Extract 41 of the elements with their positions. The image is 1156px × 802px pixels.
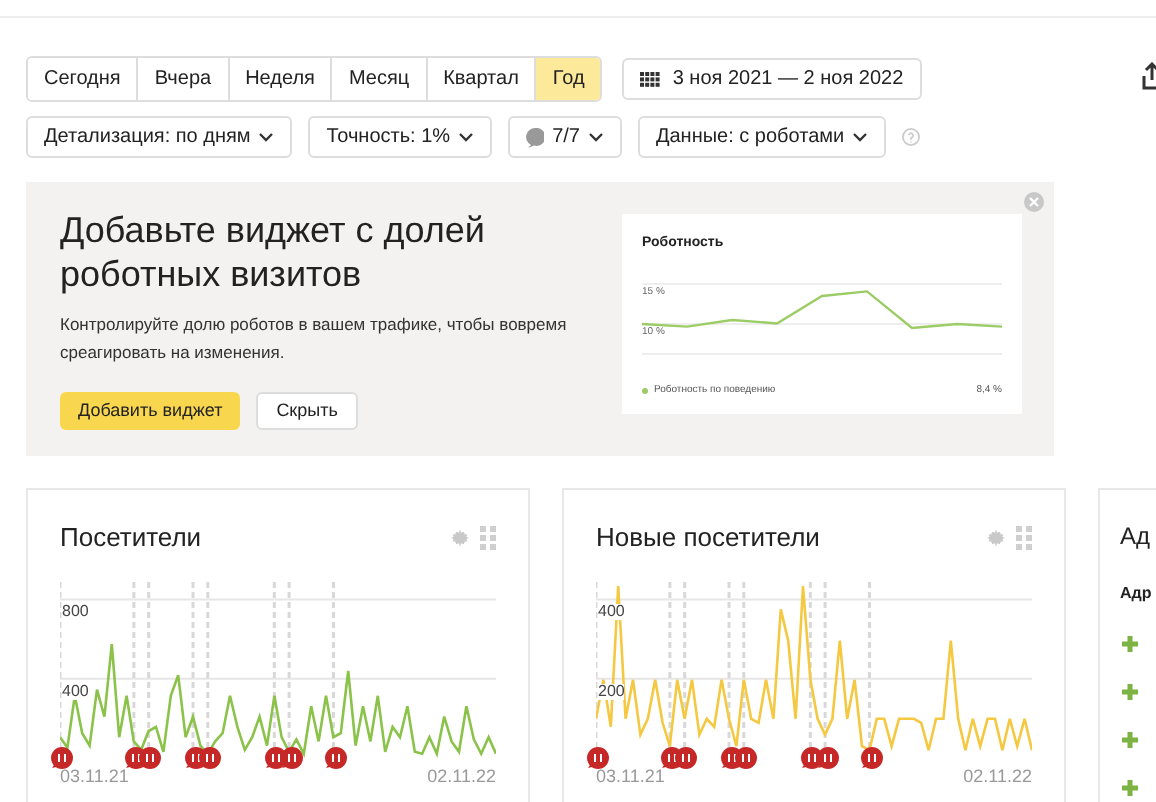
filter-dropdown[interactable]: Данные: с роботами — [637, 116, 887, 158]
banner-title: Добавьте виджет с долей роботных визитов — [60, 208, 487, 296]
axis-label: 200 — [598, 683, 625, 700]
axis-label: 02.11.22 — [427, 767, 496, 785]
calendar-icon — [640, 71, 661, 87]
widget-title: Посетители — [60, 520, 202, 556]
comment-marker-icon[interactable] — [586, 745, 610, 769]
comment-marker-icon[interactable] — [197, 745, 222, 769]
axis-label: 400 — [598, 604, 625, 621]
comment-marker-icon[interactable] — [859, 745, 884, 769]
axis-label: 02.11.22 — [963, 767, 1032, 785]
widget-title: Ад — [1120, 520, 1153, 554]
chevron-down-icon — [458, 132, 475, 142]
comment-marker-icon[interactable] — [815, 745, 840, 769]
hide-button[interactable]: Скрыть — [256, 392, 358, 430]
widget-title: Новые посетители — [596, 520, 820, 556]
export-icon[interactable] — [1142, 62, 1156, 90]
comment-marker-icon[interactable] — [138, 745, 163, 769]
axis-label: 03.11.21 — [596, 767, 665, 785]
speech-bubble-icon — [526, 127, 545, 147]
chevron-down-icon — [852, 132, 869, 142]
filter-dropdown[interactable]: 7/7 — [508, 116, 622, 158]
comment-marker-icon[interactable] — [279, 745, 304, 769]
add-widget-button[interactable]: Добавить виджет — [60, 392, 241, 430]
date-range-button[interactable]: 3 ноя 2021 — 2 ноя 2022 — [622, 58, 922, 100]
banner-text: Контролируйте долю роботов в вашем трафике, чтобы вовремя среагировать на изменения. — [60, 312, 569, 366]
axis-label: 400 — [62, 683, 89, 700]
comment-marker-icon[interactable] — [323, 745, 348, 769]
chevron-down-icon — [258, 132, 275, 142]
drag-handle-icon[interactable] — [1016, 525, 1032, 550]
drag-handle-icon[interactable] — [480, 525, 496, 550]
period-tab[interactable]: Год — [534, 58, 601, 100]
chevron-down-icon — [587, 132, 604, 142]
comment-marker-icon[interactable] — [733, 745, 758, 769]
widget-subtitle: Адр — [1120, 582, 1154, 606]
filter-dropdown[interactable]: Детализация: по дням — [26, 116, 293, 158]
axis-label: 800 — [62, 604, 89, 621]
comment-marker-icon[interactable] — [674, 745, 699, 769]
comment-marker-icon[interactable] — [50, 745, 74, 769]
filter-dropdown[interactable]: Точность: 1% — [308, 116, 493, 158]
axis-label: 03.11.21 — [60, 767, 129, 785]
